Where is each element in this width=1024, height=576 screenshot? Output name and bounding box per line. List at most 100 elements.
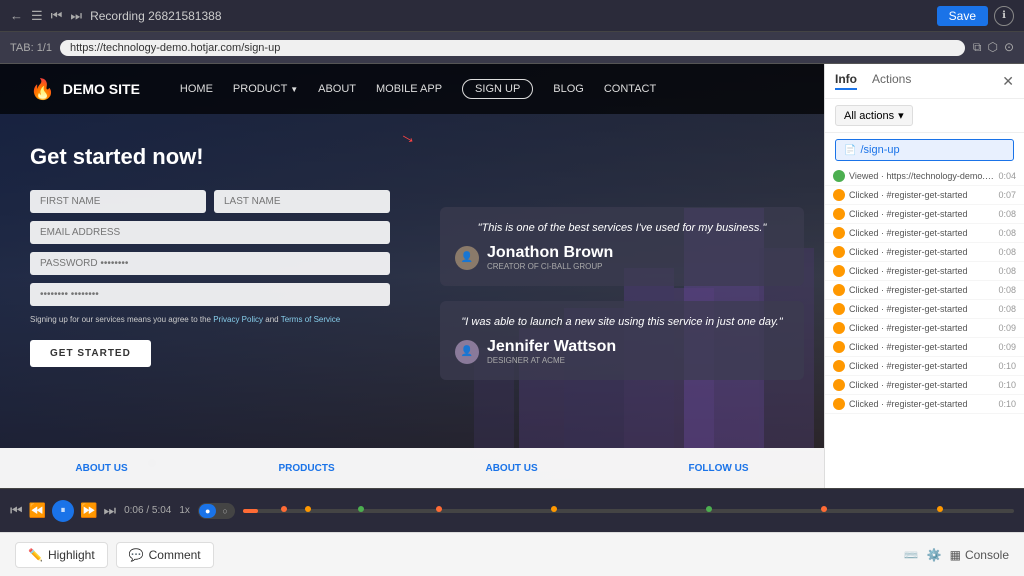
menu-icon[interactable]: ☰ [31, 8, 43, 24]
event-item[interactable]: Clicked · #register-get-started 0:10 [825, 395, 1024, 414]
demo-nav: 🔥 DEMO SITE HOME PRODUCT ▼ ABOUT MOBILE … [0, 64, 824, 114]
toggle-on[interactable]: ○ [216, 504, 233, 518]
tl-event-dot[interactable] [706, 506, 712, 512]
tab-info[interactable]: Info [835, 72, 857, 90]
testimonial-1-name: Jonathon Brown [487, 244, 613, 262]
event-text: Clicked · #register-get-started [849, 266, 994, 276]
highlight-button[interactable]: ✏️ Highlight [15, 542, 108, 568]
event-time: 0:10 [998, 380, 1016, 390]
step-back-icon[interactable]: ⏮ [51, 8, 63, 24]
demo-content: Get started now! Signing up for our serv… [0, 114, 824, 488]
product-dropdown-icon: ▼ [290, 85, 298, 94]
nav-contact[interactable]: CONTACT [604, 83, 656, 95]
terms-link[interactable]: Terms of Service [281, 315, 341, 324]
panel-events-list: Viewed · https://technology-demo.ho... 0… [825, 167, 1024, 488]
tl-event-dot[interactable] [281, 506, 287, 512]
event-type-icon [833, 322, 845, 334]
timeline-skip-forward[interactable]: ⏩ [80, 502, 97, 519]
tl-event-dot[interactable] [436, 506, 442, 512]
nav-product[interactable]: PRODUCT ▼ [233, 83, 298, 95]
toggle-off[interactable]: ● [199, 504, 216, 518]
info-icon[interactable]: ℹ [994, 6, 1014, 26]
nav-about[interactable]: ABOUT [318, 83, 356, 95]
console-button[interactable]: ▦ Console [950, 548, 1009, 562]
footer-link-follow-us[interactable]: FOLLOW US [689, 463, 749, 474]
tab-actions[interactable]: Actions [872, 72, 911, 90]
event-item[interactable]: Clicked · #register-get-started 0:07 [825, 186, 1024, 205]
footer-link-products[interactable]: PRODUCTS [279, 463, 335, 474]
event-text: Viewed · https://technology-demo.ho... [849, 171, 994, 181]
event-item[interactable]: Clicked · #register-get-started 0:08 [825, 281, 1024, 300]
top-bar-right: Save ℹ [937, 6, 1014, 26]
filter-button[interactable]: All actions ▾ [835, 105, 913, 126]
timeline-skip-back[interactable]: ⏪ [29, 502, 46, 519]
timeline-step-back[interactable]: ⏮ [10, 502, 23, 519]
browser-action-icons: ⧉ ⬡ ⊙ [973, 40, 1014, 55]
timeline-speed[interactable]: 1x [179, 505, 190, 516]
tl-event-dot[interactable] [305, 506, 311, 512]
footer-link-about-us-2[interactable]: ABOUT US [485, 463, 537, 474]
last-name-input[interactable] [214, 190, 390, 213]
nav-blog[interactable]: BLOG [553, 83, 584, 95]
comment-button[interactable]: 💬 Comment [116, 542, 214, 568]
event-item[interactable]: Clicked · #register-get-started 0:08 [825, 224, 1024, 243]
nav-mobile-app[interactable]: MOBILE APP [376, 83, 442, 95]
save-button[interactable]: Save [937, 6, 988, 26]
panel-tabs: Info Actions [835, 72, 911, 90]
tl-event-dot[interactable] [551, 506, 557, 512]
event-item[interactable]: Clicked · #register-get-started 0:08 [825, 262, 1024, 281]
event-item[interactable]: Clicked · #register-get-started 0:10 [825, 376, 1024, 395]
email-input[interactable] [30, 221, 390, 244]
event-type-icon [833, 284, 845, 296]
external-link-icon[interactable]: ⬡ [987, 40, 997, 55]
event-type-icon [833, 227, 845, 239]
share-icon[interactable]: ⊙ [1004, 40, 1014, 55]
event-time: 0:08 [998, 285, 1016, 295]
event-item[interactable]: Viewed · https://technology-demo.ho... 0… [825, 167, 1024, 186]
event-time: 0:09 [998, 342, 1016, 352]
event-item[interactable]: Clicked · #register-get-started 0:08 [825, 205, 1024, 224]
browser-tab-label: TAB: 1/1 [10, 42, 52, 54]
event-item[interactable]: Clicked · #register-get-started 0:09 [825, 338, 1024, 357]
tl-event-dot[interactable] [821, 506, 827, 512]
nav-home[interactable]: HOME [180, 83, 213, 95]
event-type-icon [833, 398, 845, 410]
testimonial-2-role: DESIGNER AT ACME [487, 356, 616, 365]
demo-footer: ABOUT US PRODUCTS ABOUT US FOLLOW US [0, 448, 824, 488]
password-input[interactable] [30, 252, 390, 275]
panel-close-button[interactable]: ✕ [1002, 73, 1014, 90]
action-bar-right: ⌨️ ⚙️ ▦ Console [904, 548, 1009, 562]
timeline-bar: ⏮ ⏪ ⏸ ⏩ ⏭ 0:06 / 5:04 1x ● ○ [0, 488, 1024, 532]
event-item[interactable]: Clicked · #register-get-started 0:10 [825, 357, 1024, 376]
event-type-icon [833, 208, 845, 220]
event-time: 0:10 [998, 361, 1016, 371]
confirm-password-input[interactable] [30, 283, 390, 306]
event-text: Clicked · #register-get-started [849, 361, 994, 371]
step-forward-icon[interactable]: ⏭ [70, 8, 82, 24]
footer-link-about-us[interactable]: ABOUT US [75, 463, 127, 474]
get-started-button[interactable]: GET STARTED [30, 340, 151, 367]
event-item[interactable]: Clicked · #register-get-started 0:09 [825, 319, 1024, 338]
event-time: 0:08 [998, 266, 1016, 276]
copy-icon[interactable]: ⧉ [973, 40, 982, 55]
nav-signup[interactable]: SIGN UP [462, 79, 533, 99]
event-item[interactable]: Clicked · #register-get-started 0:08 [825, 243, 1024, 262]
demo-logo-text: DEMO SITE [63, 81, 140, 97]
event-time: 0:08 [998, 209, 1016, 219]
terms-text: Signing up for our services means you ag… [30, 314, 390, 325]
timeline-step-forward[interactable]: ⏭ [103, 502, 116, 519]
event-item[interactable]: Clicked · #register-get-started 0:08 [825, 300, 1024, 319]
privacy-link[interactable]: Privacy Policy [213, 315, 263, 324]
browser-url[interactable]: https://technology-demo.hotjar.com/sign-… [60, 40, 965, 56]
timeline-track[interactable] [243, 509, 1014, 513]
settings-icon[interactable]: ⚙️ [927, 548, 942, 562]
tl-event-dot[interactable] [937, 506, 943, 512]
first-name-input[interactable] [30, 190, 206, 213]
testimonial-2-avatar: 👤 [455, 340, 479, 364]
timeline-play-button[interactable]: ⏸ [52, 500, 74, 522]
tl-event-dot[interactable] [358, 506, 364, 512]
event-text: Clicked · #register-get-started [849, 380, 994, 390]
event-text: Clicked · #register-get-started [849, 190, 994, 200]
event-type-icon [833, 246, 845, 258]
back-icon[interactable]: ← [10, 8, 23, 23]
